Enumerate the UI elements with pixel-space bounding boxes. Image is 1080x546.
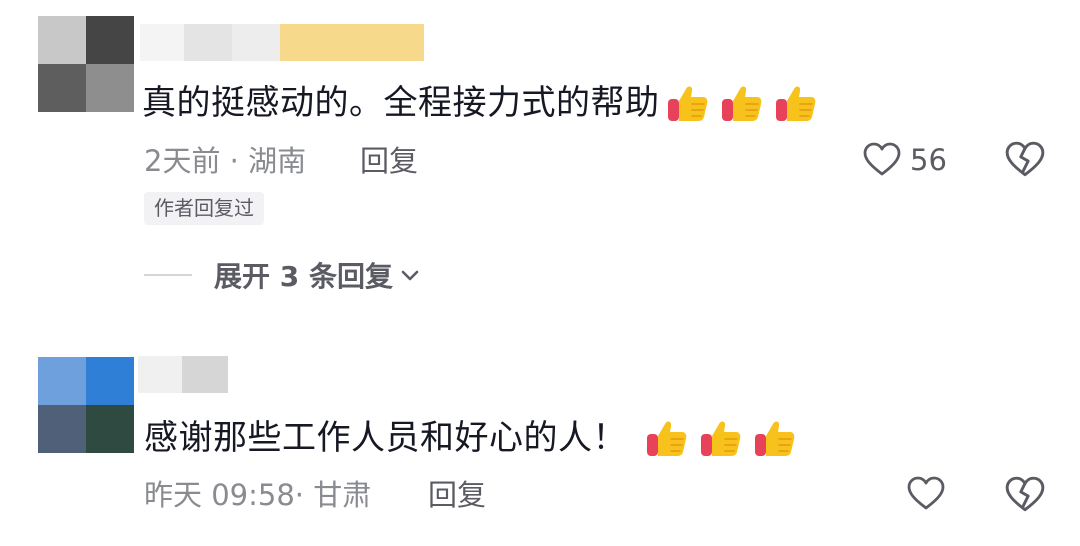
emoji-row bbox=[645, 416, 807, 460]
avatar-pixel bbox=[86, 357, 134, 405]
username-blur-segment bbox=[232, 24, 280, 61]
avatar-pixel bbox=[38, 405, 86, 453]
like-button[interactable] bbox=[906, 474, 954, 514]
heart-icon bbox=[862, 140, 902, 180]
comment-body: 感谢那些工作人员和好心的人！ bbox=[144, 418, 627, 458]
thumbs-up-icon bbox=[699, 416, 743, 460]
comment-meta: 昨天 09:58· 甘肃 bbox=[144, 478, 372, 512]
like-count: 56 bbox=[910, 143, 947, 177]
avatar-pixel bbox=[86, 64, 134, 112]
username-blur-segment bbox=[138, 356, 182, 393]
comment-list: 真的挺感动的。全程接力式的帮助 2天前 · 湖南 回复 56 作者回复过 展开 … bbox=[0, 0, 1080, 546]
comment-body: 真的挺感动的。全程接力式的帮助 bbox=[142, 83, 660, 123]
thumbs-up-icon bbox=[645, 416, 689, 460]
username-blur-segment bbox=[140, 24, 184, 61]
expand-replies-button[interactable]: 展开 3 条回复 bbox=[144, 255, 421, 295]
emoji-row bbox=[666, 81, 828, 125]
username-blurred[interactable] bbox=[138, 356, 228, 393]
broken-heart-icon[interactable] bbox=[1004, 474, 1046, 516]
divider-line bbox=[144, 274, 192, 276]
reply-button[interactable]: 回复 bbox=[428, 477, 486, 513]
username-blur-segment bbox=[182, 356, 228, 393]
avatar-pixel bbox=[38, 357, 86, 405]
avatar[interactable] bbox=[38, 16, 134, 112]
comment-text: 感谢那些工作人员和好心的人！ bbox=[144, 416, 807, 460]
chevron-down-icon bbox=[401, 270, 419, 281]
comment-meta: 2天前 · 湖南 bbox=[144, 144, 307, 178]
avatar-pixel bbox=[86, 405, 134, 453]
thumbs-up-icon bbox=[774, 81, 818, 125]
thumbs-up-icon bbox=[666, 81, 710, 125]
expand-replies-label: 展开 3 条回复 bbox=[214, 260, 393, 293]
author-replied-badge: 作者回复过 bbox=[144, 192, 264, 225]
username-blur-segment bbox=[280, 24, 424, 61]
avatar-pixel bbox=[38, 64, 86, 112]
username-blurred[interactable] bbox=[140, 24, 424, 61]
username-blur-segment bbox=[184, 24, 232, 61]
avatar-pixel bbox=[86, 16, 134, 64]
thumbs-up-icon bbox=[720, 81, 764, 125]
like-button[interactable]: 56 bbox=[862, 140, 947, 180]
heart-icon bbox=[906, 474, 946, 514]
avatar-pixel bbox=[38, 16, 86, 64]
reply-button[interactable]: 回复 bbox=[360, 143, 418, 179]
broken-heart-icon[interactable] bbox=[1004, 139, 1046, 181]
avatar[interactable] bbox=[38, 357, 134, 453]
thumbs-up-icon bbox=[753, 416, 797, 460]
comment-text: 真的挺感动的。全程接力式的帮助 bbox=[142, 81, 828, 125]
